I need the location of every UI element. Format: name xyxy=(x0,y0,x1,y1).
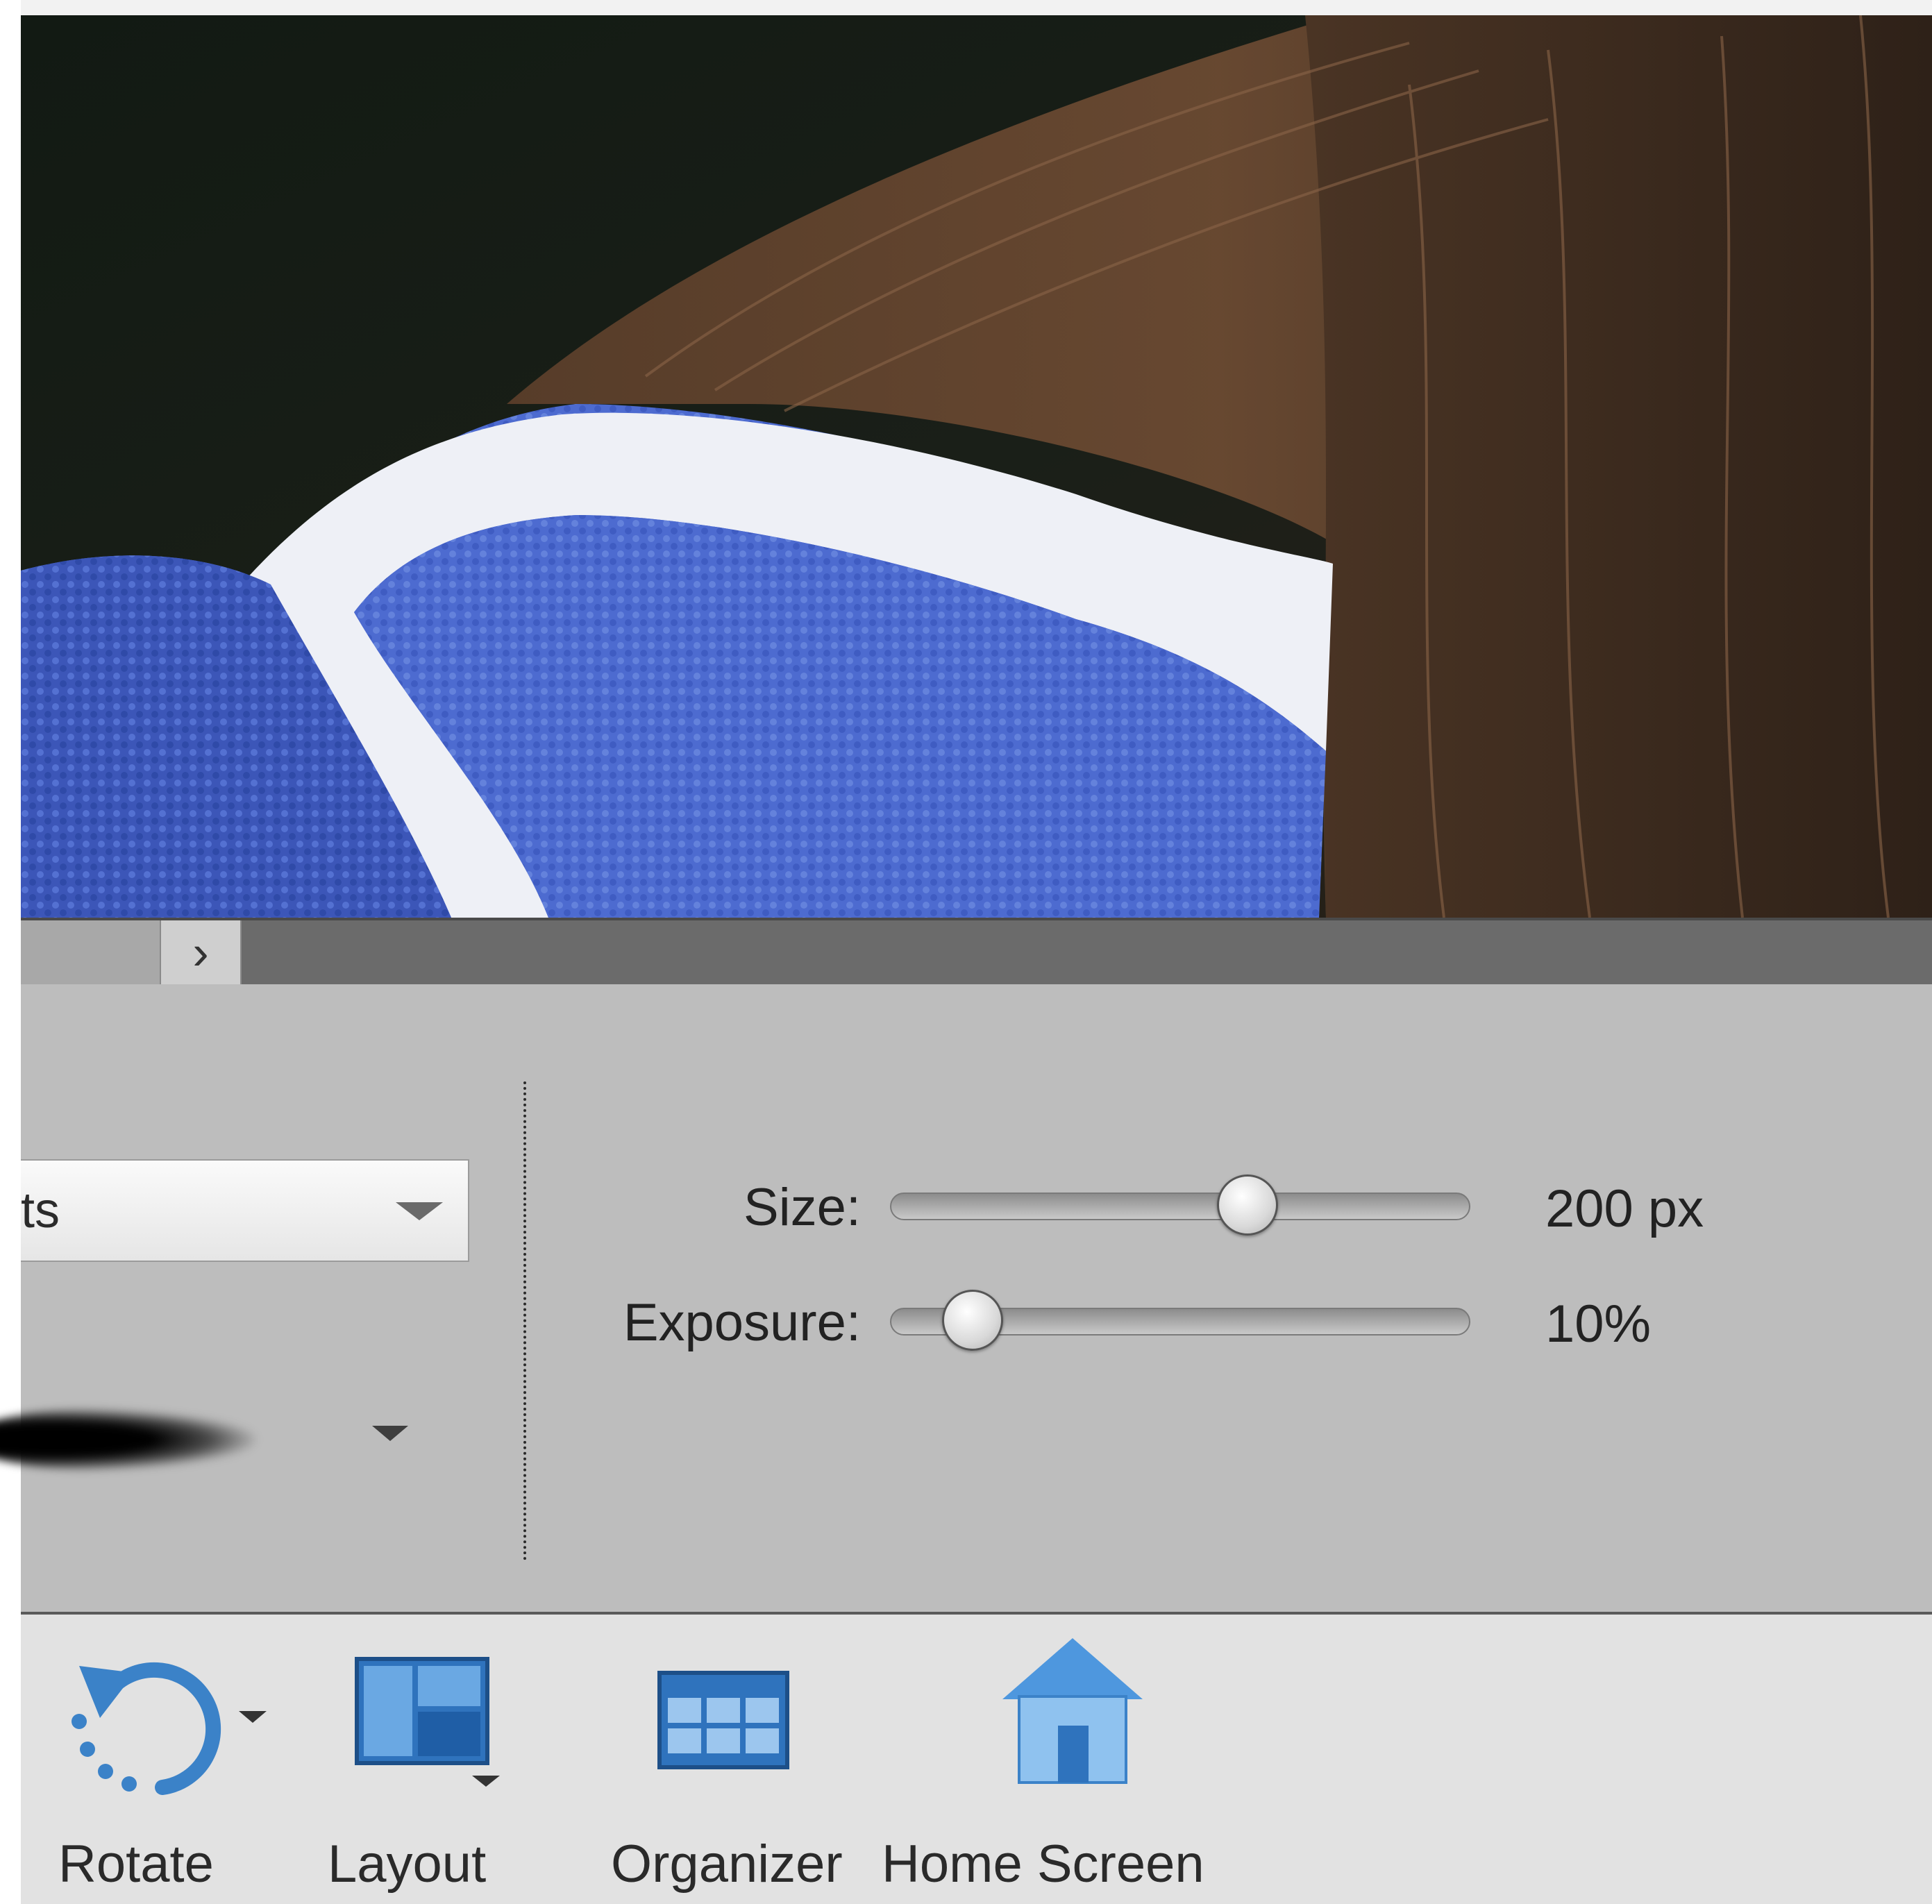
scroll-track[interactable] xyxy=(21,920,160,984)
rotate-icon xyxy=(72,1662,267,1795)
chevron-down-icon xyxy=(396,1202,443,1220)
horizontal-scrollbar[interactable]: › xyxy=(21,918,1932,984)
taskbar: Rotate Layout Organizer Home Screen xyxy=(21,1615,1932,1904)
tool-options-panel: ts Size: 200 px Exposure: 10% xyxy=(0,984,1932,1615)
panel-divider xyxy=(523,1081,526,1560)
photo-canvas[interactable] xyxy=(21,15,1932,918)
size-slider[interactable] xyxy=(890,1174,1470,1236)
rotate-label: Rotate xyxy=(58,1835,214,1894)
brush-picker[interactable] xyxy=(0,1359,437,1519)
layout-icon xyxy=(355,1657,500,1787)
exposure-label: Exposure: xyxy=(623,1293,861,1352)
size-slider-thumb[interactable] xyxy=(1217,1174,1279,1236)
size-slider-track[interactable] xyxy=(890,1193,1470,1220)
window-left-edge xyxy=(0,0,21,1904)
organizer-button[interactable]: Organizer xyxy=(590,1615,868,1904)
exposure-slider-thumb[interactable] xyxy=(941,1290,1003,1351)
layout-label: Layout xyxy=(328,1835,487,1894)
home-screen-button[interactable]: Home Screen xyxy=(882,1615,1257,1904)
chevron-down-icon xyxy=(372,1426,408,1441)
photo-image xyxy=(21,15,1932,918)
preset-dropdown-value: ts xyxy=(21,1183,60,1238)
exposure-value: 10% xyxy=(1545,1295,1652,1354)
size-value: 200 px xyxy=(1545,1179,1704,1238)
window-top-edge xyxy=(0,0,1932,15)
brush-preview xyxy=(0,1408,257,1472)
scroll-right-button[interactable]: › xyxy=(160,920,242,984)
chevron-right-icon: › xyxy=(192,925,209,979)
organizer-icon xyxy=(657,1671,789,1769)
size-label: Size: xyxy=(744,1178,861,1237)
exposure-slider[interactable] xyxy=(890,1290,1470,1351)
home-icon xyxy=(1002,1638,1143,1784)
layout-button[interactable]: Layout xyxy=(326,1615,535,1904)
home-screen-label: Home Screen xyxy=(882,1835,1204,1894)
rotate-button[interactable]: Rotate xyxy=(35,1615,267,1904)
organizer-label: Organizer xyxy=(611,1835,843,1894)
preset-dropdown[interactable]: ts xyxy=(21,1159,469,1262)
